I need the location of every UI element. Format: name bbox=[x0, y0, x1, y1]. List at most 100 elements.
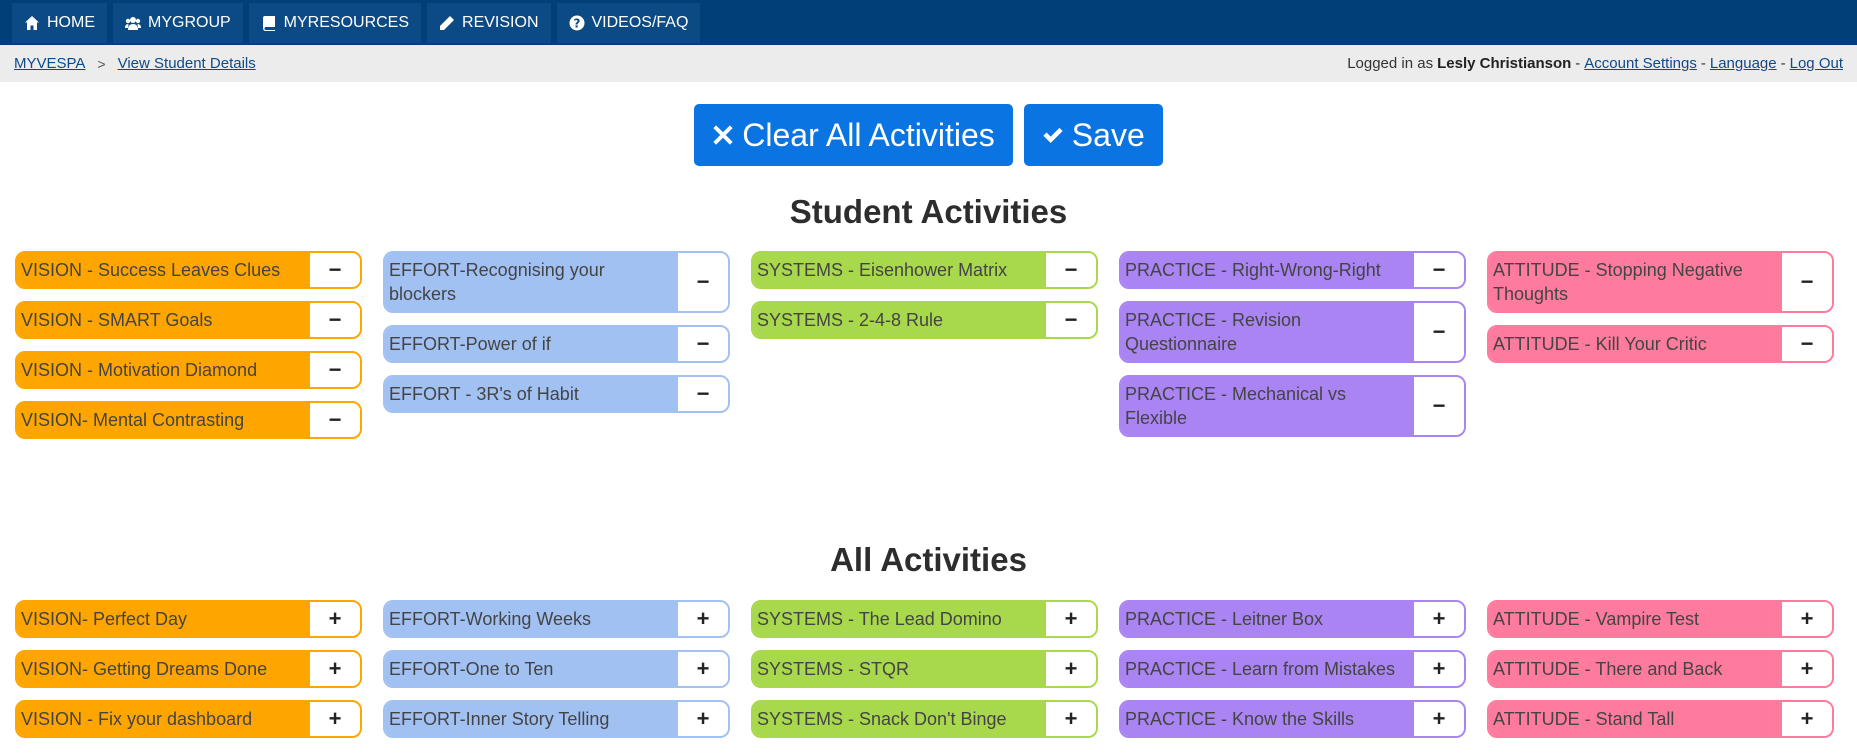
remove-activity-button[interactable]: − bbox=[310, 253, 360, 287]
add-activity-button[interactable]: + bbox=[1414, 602, 1464, 636]
activity-item: SYSTEMS - The Lead Domino + bbox=[751, 600, 1098, 638]
activity-label: EFFORT-Recognising your blockers bbox=[385, 253, 678, 311]
activity-label: EFFORT-One to Ten bbox=[385, 652, 678, 686]
remove-activity-button[interactable]: − bbox=[310, 403, 360, 437]
home-icon bbox=[25, 15, 39, 30]
save-button[interactable]: Save bbox=[1023, 104, 1163, 166]
add-activity-button[interactable]: + bbox=[1414, 702, 1464, 736]
activity-item: EFFORT-Working Weeks + bbox=[383, 600, 730, 638]
activity-item: PRACTICE - Right-Wrong-Right − bbox=[1119, 251, 1466, 289]
clear-all-activities-button[interactable]: Clear All Activities bbox=[694, 104, 1013, 166]
add-activity-button[interactable]: + bbox=[1782, 702, 1832, 736]
remove-activity-button[interactable]: − bbox=[1782, 327, 1832, 361]
activity-label: VISION - Motivation Diamond bbox=[17, 353, 310, 387]
activity-item: VISION - SMART Goals − bbox=[15, 301, 362, 339]
breadcrumb: MYVESPA > View Student Details bbox=[14, 55, 256, 72]
activity-label: VISION - Success Leaves Clues bbox=[17, 253, 310, 287]
all-activities-grid: VISION- Perfect Day + VISION- Getting Drea… bbox=[15, 600, 1834, 738]
remove-activity-button[interactable]: − bbox=[1046, 253, 1096, 287]
all-activities-title: All Activities bbox=[830, 541, 1027, 578]
activity-label: VISION- Perfect Day bbox=[17, 602, 310, 636]
activity-item: ATTITUDE - Stand Tall + bbox=[1487, 700, 1834, 738]
add-activity-button[interactable]: + bbox=[310, 602, 360, 636]
nav-videos-faq[interactable]: ? VIDEOS/FAQ bbox=[556, 2, 701, 43]
activity-label: PRACTICE - Know the Skills bbox=[1121, 702, 1414, 736]
activity-column-systems: SYSTEMS - Eisenhower Matrix − SYSTEMS - 2-… bbox=[751, 251, 1098, 439]
activity-item: ATTITUDE - Stopping Negative Thoughts − bbox=[1487, 251, 1834, 313]
add-activity-button[interactable]: + bbox=[678, 602, 728, 636]
action-buttons: Clear All Activities Save bbox=[0, 104, 1857, 166]
activity-label: SYSTEMS - STQR bbox=[753, 652, 1046, 686]
activity-column-effort: EFFORT-Recognising your blockers − EFFORT-… bbox=[383, 251, 730, 439]
add-activity-button[interactable]: + bbox=[310, 702, 360, 736]
breadcrumb-current-link[interactable]: View Student Details bbox=[118, 55, 256, 72]
remove-activity-button[interactable]: − bbox=[678, 377, 728, 411]
clear-all-activities-label: Clear All Activities bbox=[742, 116, 995, 153]
activity-item: PRACTICE - Leitner Box + bbox=[1119, 600, 1466, 638]
activity-label: ATTITUDE - Stand Tall bbox=[1489, 702, 1782, 736]
activity-label: VISION - Fix your dashboard bbox=[17, 702, 310, 736]
activity-label: VISION- Mental Contrasting bbox=[17, 403, 310, 437]
activity-item: ATTITUDE - Vampire Test + bbox=[1487, 600, 1834, 638]
activity-column-systems: SYSTEMS - The Lead Domino + SYSTEMS - STQR… bbox=[751, 600, 1098, 738]
add-activity-button[interactable]: + bbox=[1414, 652, 1464, 686]
activity-item: ATTITUDE - Kill Your Critic − bbox=[1487, 325, 1834, 363]
logout-link[interactable]: Log Out bbox=[1790, 55, 1843, 72]
activity-label: PRACTICE - Learn from Mistakes bbox=[1121, 652, 1414, 686]
question-circle-icon: ? bbox=[569, 15, 584, 30]
remove-activity-button[interactable]: − bbox=[310, 303, 360, 337]
book-icon bbox=[262, 15, 275, 31]
activity-label: ATTITUDE - Vampire Test bbox=[1489, 602, 1782, 636]
student-activities-grid: VISION - Success Leaves Clues − VISION - S… bbox=[15, 251, 1834, 439]
activity-label: VISION- Getting Dreams Done bbox=[17, 652, 310, 686]
remove-activity-button[interactable]: − bbox=[1414, 303, 1464, 361]
language-link[interactable]: Language bbox=[1710, 55, 1777, 72]
activity-item: EFFORT-Recognising your blockers − bbox=[383, 251, 730, 313]
remove-activity-button[interactable]: − bbox=[1782, 253, 1832, 311]
svg-text:?: ? bbox=[573, 16, 580, 30]
account-settings-link[interactable]: Account Settings bbox=[1584, 55, 1697, 72]
activity-label: VISION - SMART Goals bbox=[17, 303, 310, 337]
activity-label: PRACTICE - Right-Wrong-Right bbox=[1121, 253, 1414, 287]
add-activity-button[interactable]: + bbox=[1046, 652, 1096, 686]
nav-revision-label: REVISION bbox=[462, 13, 539, 31]
activity-item: VISION- Perfect Day + bbox=[15, 600, 362, 638]
add-activity-button[interactable]: + bbox=[678, 652, 728, 686]
save-label: Save bbox=[1071, 116, 1145, 153]
nav-home[interactable]: HOME bbox=[12, 2, 107, 43]
remove-activity-button[interactable]: − bbox=[1414, 377, 1464, 435]
activity-label: EFFORT - 3R's of Habit bbox=[385, 377, 678, 411]
activity-item: VISION- Getting Dreams Done + bbox=[15, 650, 362, 688]
add-activity-button[interactable]: + bbox=[1046, 702, 1096, 736]
nav-revision[interactable]: REVISION bbox=[427, 2, 551, 43]
nav-videos-faq-label: VIDEOS/FAQ bbox=[591, 13, 689, 31]
activity-label: EFFORT-Working Weeks bbox=[385, 602, 678, 636]
remove-activity-button[interactable]: − bbox=[678, 327, 728, 361]
remove-activity-button[interactable]: − bbox=[678, 253, 728, 311]
top-nav-bar: HOME MYGROUP MYRESOURCES REVISION ? VIDE… bbox=[0, 0, 1857, 45]
activity-item: EFFORT-Power of if − bbox=[383, 325, 730, 363]
account-separator: - bbox=[1575, 55, 1581, 72]
add-activity-button[interactable]: + bbox=[310, 652, 360, 686]
add-activity-button[interactable]: + bbox=[1782, 652, 1832, 686]
remove-activity-button[interactable]: − bbox=[310, 353, 360, 387]
nav-mygroup[interactable]: MYGROUP bbox=[113, 2, 243, 43]
activity-item: VISION - Fix your dashboard + bbox=[15, 700, 362, 738]
nav-myresources-label: MYRESOURCES bbox=[283, 13, 410, 31]
activity-label: SYSTEMS - Eisenhower Matrix bbox=[753, 253, 1046, 287]
activity-column-vision: VISION - Success Leaves Clues − VISION - S… bbox=[15, 251, 362, 439]
remove-activity-button[interactable]: − bbox=[1414, 253, 1464, 287]
nav-myresources[interactable]: MYRESOURCES bbox=[248, 2, 422, 43]
activity-item: SYSTEMS - 2-4-8 Rule − bbox=[751, 301, 1098, 339]
add-activity-button[interactable]: + bbox=[1046, 602, 1096, 636]
activity-label: PRACTICE - Leitner Box bbox=[1121, 602, 1414, 636]
activity-item: PRACTICE - Revision Questionnaire − bbox=[1119, 301, 1466, 363]
breadcrumb-root-link[interactable]: MYVESPA bbox=[14, 55, 85, 72]
activity-label: ATTITUDE - Kill Your Critic bbox=[1489, 327, 1782, 361]
add-activity-button[interactable]: + bbox=[678, 702, 728, 736]
logged-in-prefix: Logged in as bbox=[1347, 55, 1434, 72]
check-icon bbox=[1043, 127, 1063, 143]
activity-item: VISION - Success Leaves Clues − bbox=[15, 251, 362, 289]
remove-activity-button[interactable]: − bbox=[1046, 303, 1096, 337]
add-activity-button[interactable]: + bbox=[1782, 602, 1832, 636]
